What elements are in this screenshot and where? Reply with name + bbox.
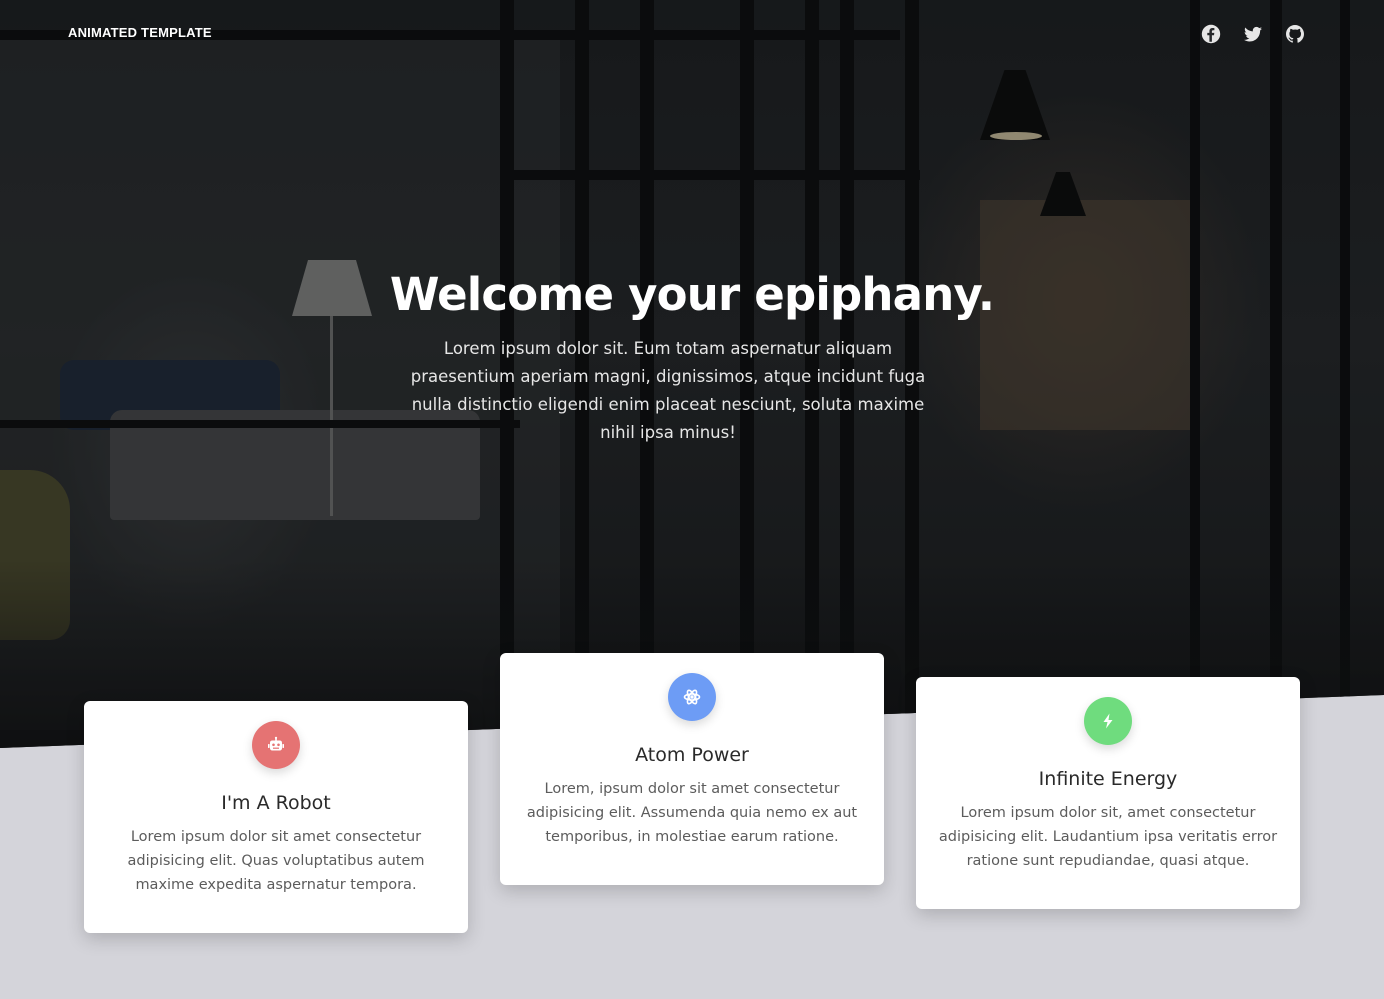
github-link[interactable]	[1285, 24, 1305, 44]
feature-badge	[668, 673, 716, 721]
twitter-icon	[1244, 26, 1262, 42]
feature-badge	[1084, 697, 1132, 745]
feature-text: Lorem, ipsum dolor sit amet consectetur …	[526, 781, 858, 845]
feature-card-atom: Atom Power Lorem, ipsum dolor sit amet c…	[500, 653, 884, 885]
feature-title: Infinite Energy	[1038, 768, 1178, 790]
bolt-icon	[1103, 713, 1113, 729]
github-icon	[1286, 25, 1304, 43]
twitter-link[interactable]	[1243, 24, 1263, 44]
hero-title: Welcome your epiphany.	[389, 268, 995, 321]
landing-page: ANIMATED TEMPLATE Welcome your epiphany.…	[0, 0, 1384, 999]
brand-logo[interactable]: ANIMATED TEMPLATE	[68, 25, 212, 40]
feature-text: Lorem ipsum dolor sit amet consectetur a…	[127, 829, 425, 893]
atom-icon	[683, 689, 701, 705]
feature-title: I'm A Robot	[221, 792, 331, 814]
feature-title: Atom Power	[635, 744, 749, 766]
hero-lead: Lorem ipsum dolor sit. Eum totam asperna…	[410, 339, 926, 442]
feature-card-robot: I'm A Robot Lorem ipsum dolor sit amet c…	[84, 701, 468, 933]
feature-text: Lorem ipsum dolor sit, amet consectetur …	[938, 805, 1278, 869]
feature-card-energy: Infinite Energy Lorem ipsum dolor sit, a…	[916, 677, 1300, 909]
facebook-link[interactable]	[1201, 24, 1221, 44]
robot-icon	[268, 736, 284, 751]
facebook-icon	[1201, 24, 1221, 44]
feature-badge	[252, 721, 300, 769]
